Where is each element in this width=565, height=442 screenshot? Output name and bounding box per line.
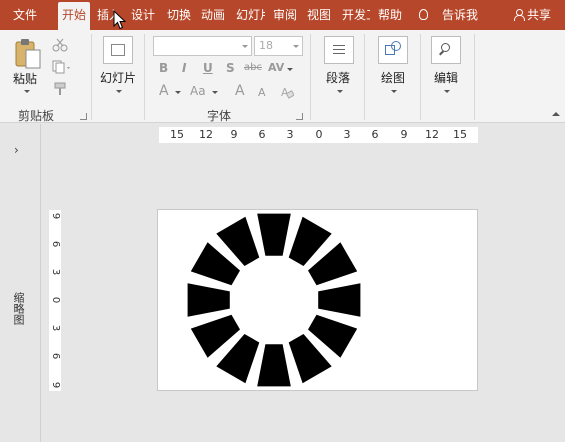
- ruler-tick-label: 6: [50, 240, 61, 248]
- change-case-button[interactable]: Aa: [190, 84, 206, 98]
- clipboard-launcher-icon[interactable]: [80, 113, 87, 120]
- tab-developer[interactable]: 开发工具: [342, 0, 370, 30]
- thumbnails-label: 缩略图: [12, 292, 25, 325]
- editing-button[interactable]: 编辑: [434, 69, 458, 86]
- ruler-tick-label: 12: [425, 128, 439, 141]
- search-icon[interactable]: [431, 36, 461, 64]
- chevron-down-icon: [242, 45, 248, 48]
- chevron-down-icon[interactable]: [175, 91, 181, 94]
- editing-dropdown-icon[interactable]: [444, 90, 450, 93]
- chevron-down-icon[interactable]: [287, 68, 293, 71]
- ruler-tick-label: 0: [315, 128, 323, 141]
- font-launcher-icon[interactable]: [296, 113, 303, 120]
- wheel-block[interactable]: [318, 283, 361, 317]
- wheel-block[interactable]: [257, 213, 291, 256]
- wheel-block[interactable]: [187, 283, 230, 317]
- tab-home[interactable]: 开始: [58, 2, 90, 30]
- paste-dropdown-icon[interactable]: [24, 90, 30, 93]
- ruler-tick-label: 9: [400, 128, 408, 141]
- format-painter-icon[interactable]: [52, 82, 68, 96]
- font-name-input[interactable]: [153, 36, 252, 56]
- lightbulb-icon: [419, 9, 428, 20]
- tab-transitions[interactable]: 切换: [167, 0, 195, 30]
- horizontal-ruler: 15 12 9 6 3 0 3 6 9 12 15: [159, 127, 478, 143]
- italic-button[interactable]: I: [182, 61, 186, 75]
- group-divider: [144, 34, 145, 120]
- ruler-tick-label: 3: [50, 268, 61, 276]
- tell-me-search[interactable]: 告诉我: [419, 0, 478, 30]
- shadow-button[interactable]: S: [226, 61, 235, 75]
- tab-help[interactable]: 帮助: [378, 0, 406, 30]
- font-size-input[interactable]: 18: [254, 36, 303, 56]
- paste-icon: [15, 39, 41, 69]
- shapes-icon[interactable]: [378, 36, 408, 64]
- ruler-tick-label: 9: [50, 381, 61, 389]
- ruler-tick-label: 3: [286, 128, 294, 141]
- cut-icon[interactable]: [52, 38, 68, 52]
- strikethrough-button[interactable]: abc: [244, 62, 262, 73]
- group-divider: [474, 34, 475, 120]
- ribbon-tab-bar: 文件 开始 插入 设计 切换 动画 幻灯片放映 审阅 视图 开发工具 帮助 告诉…: [0, 0, 565, 30]
- collapse-ribbon-icon[interactable]: [552, 112, 560, 116]
- bold-button[interactable]: B: [159, 61, 168, 75]
- group-divider: [310, 34, 311, 120]
- copy-icon[interactable]: [52, 60, 72, 74]
- ruler-tick-label: 0: [50, 296, 61, 304]
- tab-review[interactable]: 审阅: [273, 0, 301, 30]
- ruler-tick-label: 6: [258, 128, 266, 141]
- paragraph-icon[interactable]: [324, 36, 354, 64]
- ruler-tick-label: 9: [230, 128, 238, 141]
- ruler-tick-label: 15: [170, 128, 184, 141]
- ruler-tick-label: 3: [343, 128, 351, 141]
- ribbon-home: 粘贴 剪贴板 幻灯片 18 B I U S abc AV A Aa A A A …: [0, 30, 565, 123]
- tell-me-label: 告诉我: [442, 8, 479, 22]
- ruler-tick-label: 12: [199, 128, 213, 141]
- new-slide-dropdown-icon[interactable]: [116, 90, 122, 93]
- group-divider: [364, 34, 365, 120]
- radial-block-shape[interactable]: [158, 210, 479, 392]
- thumbnail-pane-collapsed[interactable]: › 缩略图: [0, 124, 41, 442]
- share-button[interactable]: 共享: [514, 0, 551, 30]
- ruler-tick-label: 9: [50, 212, 61, 220]
- ruler-tick-label: 6: [50, 352, 61, 360]
- powerpoint-window: 文件 开始 插入 设计 切换 动画 幻灯片放映 审阅 视图 开发工具 帮助 告诉…: [0, 0, 565, 442]
- vertical-ruler: 9 6 3 0 3 6 9: [49, 210, 61, 391]
- slide-canvas[interactable]: [157, 209, 478, 391]
- paragraph-button[interactable]: 段落: [326, 69, 350, 86]
- tab-file[interactable]: 文件: [13, 0, 43, 30]
- tab-design[interactable]: 设计: [131, 0, 159, 30]
- ruler-tick-label: 3: [50, 324, 61, 332]
- paragraph-dropdown-icon[interactable]: [337, 90, 343, 93]
- tab-view[interactable]: 视图: [307, 0, 335, 30]
- grow-font-button[interactable]: A: [235, 83, 245, 99]
- share-label: 共享: [527, 8, 552, 22]
- tab-slideshow[interactable]: 幻灯片放映: [236, 0, 265, 30]
- clear-formatting-icon[interactable]: A: [280, 85, 294, 99]
- font-group-label: 字体: [207, 109, 232, 123]
- mouse-cursor-icon: [113, 10, 127, 30]
- drawing-dropdown-icon[interactable]: [391, 90, 397, 93]
- drawing-button[interactable]: 绘图: [381, 69, 405, 86]
- group-divider: [91, 34, 92, 120]
- new-slide-icon[interactable]: [103, 36, 133, 64]
- wheel-block[interactable]: [257, 344, 291, 387]
- paste-button[interactable]: 粘贴: [13, 70, 37, 87]
- tab-animations[interactable]: 动画: [201, 0, 229, 30]
- underline-button[interactable]: U: [203, 61, 213, 75]
- ruler-tick-label: 15: [453, 128, 467, 141]
- person-icon: [514, 9, 525, 21]
- ruler-tick-label: 6: [371, 128, 379, 141]
- shrink-font-button[interactable]: A: [258, 86, 266, 99]
- chevron-right-icon[interactable]: ›: [14, 143, 19, 157]
- chevron-down-icon[interactable]: [212, 91, 218, 94]
- group-divider: [420, 34, 421, 120]
- character-spacing-button[interactable]: AV: [268, 61, 284, 74]
- new-slide-button[interactable]: 幻灯片: [100, 69, 136, 86]
- clipboard-group-label: 剪贴板: [18, 109, 55, 123]
- font-size-value: 18: [259, 39, 273, 52]
- chevron-down-icon: [293, 45, 299, 48]
- font-color-button[interactable]: A: [159, 83, 169, 99]
